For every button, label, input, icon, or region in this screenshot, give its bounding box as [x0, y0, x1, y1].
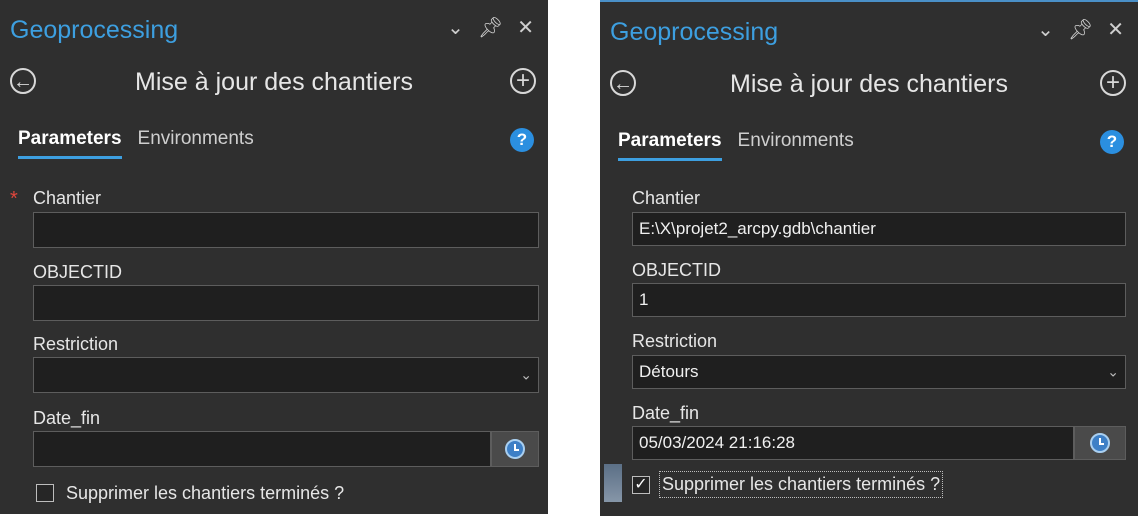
window-controls: ⌄ 📌︎ ✕ — [1037, 20, 1124, 40]
tab-parameters[interactable]: Parameters — [618, 130, 722, 161]
supprimer-label[interactable]: Supprimer les chantiers terminés ? — [658, 471, 944, 498]
add-icon[interactable]: + — [1100, 70, 1126, 96]
help-icon[interactable]: ? — [510, 128, 534, 152]
pin-icon[interactable]: 📌︎ — [478, 18, 503, 38]
geoprocessing-pane-left: Geoprocessing ⌄ 📌︎ ✕ ← Mise à jour des c… — [0, 0, 548, 514]
pane-title: Geoprocessing — [610, 18, 779, 46]
supprimer-label[interactable]: Supprimer les chantiers terminés ? — [66, 483, 344, 504]
date-fin-label: Date_fin — [632, 403, 700, 423]
chevron-down-icon[interactable]: ⌄ — [520, 367, 532, 384]
date-fin-input[interactable]: 05/03/2024 21:16:28 — [632, 426, 1074, 460]
tool-title: Mise à jour des chantiers — [730, 70, 1008, 98]
restriction-select[interactable]: Détours ⌄ — [632, 355, 1126, 389]
chantier-label: Chantier — [632, 188, 701, 208]
chantier-input[interactable]: E:\X\projet2_arcpy.gdb\chantier — [632, 212, 1126, 246]
restriction-label: Restriction — [632, 331, 718, 351]
date-fin-input[interactable] — [33, 431, 491, 467]
objectid-label: OBJECTID — [632, 260, 722, 280]
tab-environments[interactable]: Environments — [738, 130, 854, 161]
supprimer-checkbox[interactable] — [36, 484, 54, 502]
objectid-input[interactable] — [33, 285, 539, 321]
pin-icon[interactable]: 📌︎ — [1068, 20, 1093, 40]
add-icon[interactable]: + — [510, 68, 536, 94]
pane-titlebar: Geoprocessing ⌄ 📌︎ ✕ — [600, 2, 1138, 62]
resize-handle[interactable] — [604, 464, 622, 502]
objectid-label: OBJECTID — [33, 262, 123, 282]
chantier-input[interactable] — [33, 212, 539, 248]
restriction-value: Détours — [639, 362, 699, 381]
chevron-down-icon[interactable]: ⌄ — [1107, 364, 1119, 381]
date-picker-button[interactable] — [491, 431, 539, 467]
tab-strip: Parameters Environments — [618, 130, 854, 161]
pane-title: Geoprocessing — [10, 16, 179, 44]
tool-title: Mise à jour des chantiers — [135, 68, 413, 96]
objectid-input[interactable]: 1 — [632, 283, 1126, 317]
clock-icon — [1090, 433, 1110, 453]
tab-parameters[interactable]: Parameters — [18, 128, 122, 159]
chevron-down-icon[interactable]: ⌄ — [1037, 20, 1054, 40]
geoprocessing-pane-right: Geoprocessing ⌄ 📌︎ ✕ ← Mise à jour des c… — [600, 0, 1138, 516]
chevron-down-icon[interactable]: ⌄ — [447, 18, 464, 38]
date-picker-button[interactable] — [1074, 426, 1126, 460]
required-star-icon: * — [10, 188, 18, 210]
date-fin-label: Date_fin — [33, 408, 101, 428]
restriction-select[interactable]: ⌄ — [33, 357, 539, 393]
chantier-label: Chantier — [33, 188, 102, 208]
close-icon[interactable]: ✕ — [517, 18, 534, 38]
tab-strip: Parameters Environments — [18, 128, 254, 159]
window-controls: ⌄ 📌︎ ✕ — [447, 18, 534, 38]
restriction-label: Restriction — [33, 334, 119, 354]
tab-environments[interactable]: Environments — [138, 128, 254, 159]
tool-header: ← Mise à jour des chantiers + — [0, 64, 548, 108]
supprimer-checkbox[interactable]: ✓ — [632, 476, 650, 494]
clock-icon — [505, 439, 525, 459]
pane-titlebar: Geoprocessing ⌄ 📌︎ ✕ — [0, 0, 548, 60]
tool-header: ← Mise à jour des chantiers + — [600, 66, 1138, 110]
close-icon[interactable]: ✕ — [1107, 20, 1124, 40]
help-icon[interactable]: ? — [1100, 130, 1124, 154]
